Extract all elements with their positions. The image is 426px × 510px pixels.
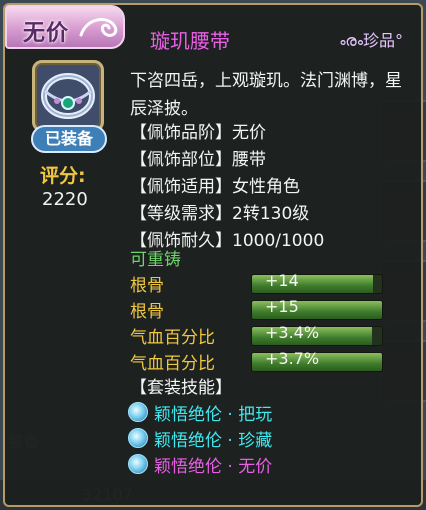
rarity-swirl-icon: ൟ [339,31,363,50]
skill-flame-icon [128,428,148,448]
attribute-key: 【等级需求】 [130,204,232,224]
attribute-row: 【等级需求】2转130级 [130,201,324,228]
recast-label: 可重铸 [130,250,181,270]
stat-name: 气血百分比 [130,328,215,348]
stat-value: +3.7% [265,349,320,368]
rarity-tag: ൟ珍品° [339,27,403,51]
tier-badge: 无价 [5,5,125,49]
tier-badge-label: 无价 [23,21,70,46]
attribute-key: 【佩饰品阶】 [130,123,232,143]
stat-value: +15 [265,297,299,316]
stat-row: 气血百分比 +3.7% [130,348,390,374]
item-name: 璇玑腰带 [150,29,230,53]
set-skill-label: 颖悟绝伦 · 把玩 [154,404,273,425]
attribute-value: 2转130级 [232,204,310,224]
set-skills-header: 【套装技能】 [130,378,232,398]
attribute-key: 【佩饰适用】 [130,177,232,197]
set-skill-row: 颖悟绝伦 · 珍藏 [128,425,272,451]
attribute-row: 【佩饰部位】腰带 [130,147,324,174]
set-skill-list: 颖悟绝伦 · 把玩 颖悟绝伦 · 珍藏 颖悟绝伦 · 无价 [128,399,272,477]
attribute-value: 腰带 [232,150,266,170]
attribute-row: 【佩饰适用】女性角色 [130,174,324,201]
rarity-label: 珍品 [362,31,395,50]
stat-name: 气血百分比 [130,354,215,374]
attribute-value: 女性角色 [232,177,300,197]
stat-name: 根骨 [130,302,164,322]
set-skill-row: 颖悟绝伦 · 无价 [128,451,272,477]
equipped-badge: 已装备 [31,125,107,153]
attribute-key: 【佩饰部位】 [130,150,232,170]
stat-name: 根骨 [130,276,164,296]
attribute-value: 1000/1000 [232,231,325,251]
item-description: 下咨四岳，上观璇玑。法门渊博，星辰泽披。 [130,71,402,119]
stat-value: +3.4% [265,323,320,342]
attribute-row: 【佩饰品阶】无价 [130,120,324,147]
set-skill-label: 颖悟绝伦 · 珍藏 [154,430,273,451]
score-value: 2220 [42,189,88,210]
belt-icon [41,73,95,119]
score-label: 评分: [40,165,86,187]
attribute-value: 无价 [232,123,266,143]
stat-row: 根骨 +15 [130,296,390,322]
set-skill-row: 颖悟绝伦 · 把玩 [128,399,272,425]
stat-row: 气血百分比 +3.4% [130,322,390,348]
rarity-swirl-icon: ° [395,31,403,50]
stat-value: +14 [265,271,299,290]
item-icon-frame [32,60,104,132]
stat-list: 根骨 +14 根骨 +15 气血百分比 +3.4% 气血百分比 +3.7% [130,270,390,374]
attribute-list: 【佩饰品阶】无价 【佩饰部位】腰带 【佩饰适用】女性角色 【等级需求】2转130… [130,120,324,255]
swirl-ornament-icon [79,18,118,37]
skill-flame-icon [128,402,148,422]
set-skill-label: 颖悟绝伦 · 无价 [154,456,273,477]
skill-flame-icon [128,454,148,474]
stat-row: 根骨 +14 [130,270,390,296]
item-tooltip: 无价 璇玑腰带 ൟ珍品° 已装备 评分: 2220 下咨四岳，上观璇玑。法门渊博… [3,3,423,507]
